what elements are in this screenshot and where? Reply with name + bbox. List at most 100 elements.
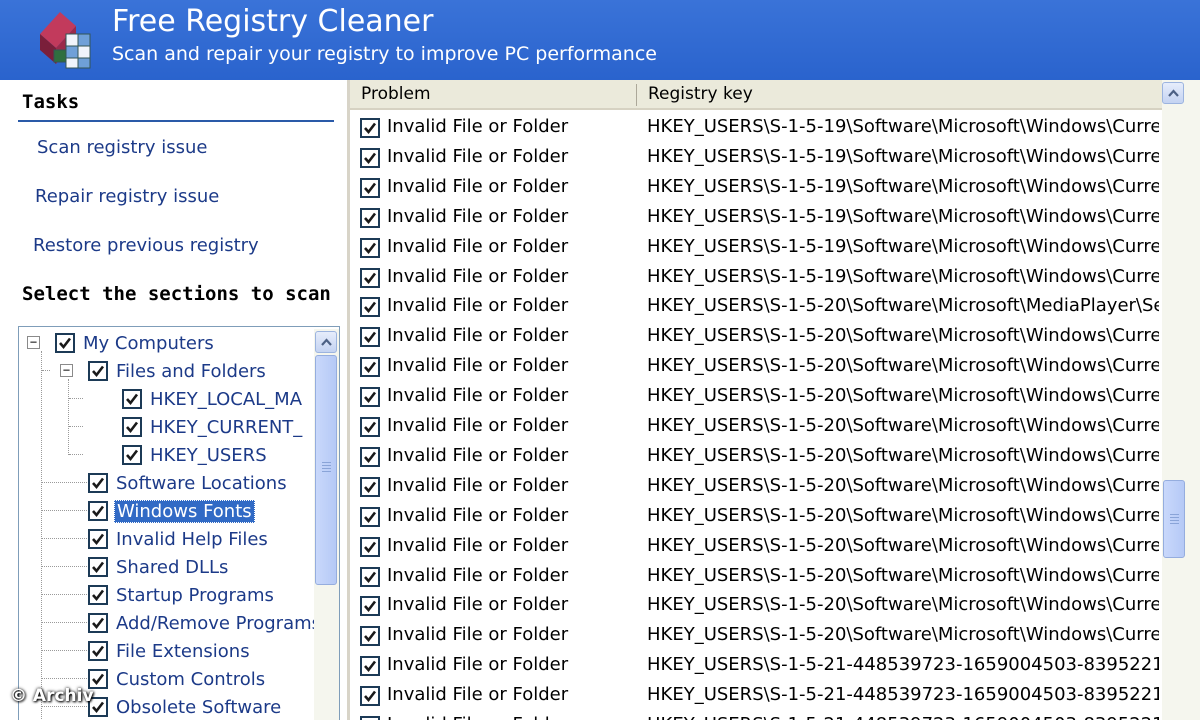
row-checkbox[interactable]: [360, 446, 380, 467]
registry-key-cell: HKEY_USERS\S-1-5-19\Software\Microsoft\W…: [647, 265, 1159, 287]
tree-item-add-remove-programs[interactable]: Add/Remove Programs: [88, 610, 323, 636]
table-row[interactable]: Invalid File or Folder HKEY_USERS\S-1-5-1…: [350, 143, 1162, 173]
row-checkbox[interactable]: [360, 327, 380, 348]
tree-item-software-locations[interactable]: Software Locations: [88, 470, 289, 496]
tree-item-label: Invalid Help Files: [116, 528, 268, 550]
tree-checkbox[interactable]: [88, 585, 108, 605]
tree-item-hkey-current-user[interactable]: HKEY_CURRENT_: [122, 414, 304, 440]
table-scrollbar[interactable]: [1162, 80, 1200, 720]
row-checkbox[interactable]: [360, 476, 380, 497]
row-checkbox[interactable]: [360, 656, 380, 677]
tree-checkbox[interactable]: [88, 529, 108, 549]
table-row[interactable]: Invalid File or Folder HKEY_USERS\S-1-5-2…: [350, 562, 1162, 592]
tree-item-file-extensions[interactable]: File Extensions: [88, 638, 252, 664]
problem-cell: Invalid File or Folder: [387, 175, 569, 197]
tree-checkbox[interactable]: [55, 333, 75, 353]
row-checkbox[interactable]: [360, 626, 380, 647]
table-row[interactable]: Invalid File or Folder HKEY_USERS\S-1-5-1…: [350, 233, 1162, 263]
row-checkbox[interactable]: [360, 387, 380, 408]
tree-checkbox[interactable]: [122, 417, 142, 437]
table-row[interactable]: Invalid File or Folder HKEY_USERS\S-1-5-1…: [350, 113, 1162, 143]
column-header-problem[interactable]: Problem: [350, 80, 637, 110]
table-row[interactable]: Invalid File or Folder HKEY_USERS\S-1-5-2…: [350, 532, 1162, 562]
table-row[interactable]: Invalid File or Folder HKEY_USERS\S-1-5-2…: [350, 621, 1162, 651]
tree-item-my-computers[interactable]: My Computers: [55, 330, 216, 356]
row-checkbox[interactable]: [360, 536, 380, 557]
table-row[interactable]: Invalid File or Folder HKEY_USERS\S-1-5-2…: [350, 412, 1162, 442]
table-row[interactable]: Invalid File or Folder HKEY_USERS\S-1-5-2…: [350, 591, 1162, 621]
tree-checkbox[interactable]: [88, 641, 108, 661]
row-checkbox[interactable]: [360, 506, 380, 527]
table-row[interactable]: Invalid File or Folder HKEY_USERS\S-1-5-1…: [350, 203, 1162, 233]
row-checkbox[interactable]: [360, 267, 380, 288]
row-checkbox[interactable]: [360, 357, 380, 378]
tree-item-custom-controls[interactable]: Custom Controls: [88, 666, 267, 692]
restore-registry-link[interactable]: Restore previous registry: [33, 235, 259, 256]
row-checkbox[interactable]: [360, 417, 380, 437]
table-row[interactable]: Invalid File or Folder HKEY_USERS\S-1-5-2…: [350, 382, 1162, 412]
tree-checkbox[interactable]: [88, 557, 108, 577]
tree-item-hkey-local-machine[interactable]: HKEY_LOCAL_MA: [122, 386, 304, 412]
tree-checkbox[interactable]: [88, 613, 108, 633]
row-checkbox[interactable]: [360, 118, 380, 138]
checkmark-icon: [92, 589, 105, 602]
table-row[interactable]: Invalid File or Folder HKEY_USERS\S-1-5-1…: [350, 263, 1162, 293]
registry-key-cell: HKEY_USERS\S-1-5-20\Software\Microsoft\W…: [647, 355, 1159, 377]
table-row[interactable]: Invalid File or Folder HKEY_USERS\S-1-5-2…: [350, 711, 1162, 720]
row-checkbox[interactable]: [360, 566, 380, 587]
table-row[interactable]: Invalid File or Folder HKEY_USERS\S-1-5-2…: [350, 322, 1162, 352]
row-checkbox[interactable]: [360, 596, 380, 617]
row-checkbox[interactable]: [360, 716, 380, 720]
problem-cell: Invalid File or Folder: [387, 355, 569, 377]
row-checkbox[interactable]: [360, 147, 380, 168]
tree-checkbox[interactable]: [122, 389, 142, 409]
table-row[interactable]: Invalid File or Folder HKEY_USERS\S-1-5-1…: [350, 173, 1162, 203]
tree-item-files-folders[interactable]: Files and Folders: [88, 358, 268, 384]
tree-item-hkey-users[interactable]: HKEY_USERS: [122, 442, 269, 468]
checkmark-icon: [92, 477, 105, 490]
collapse-files-folders[interactable]: −: [60, 364, 73, 377]
row-checkbox[interactable]: [360, 177, 380, 198]
collapse-my-computers[interactable]: −: [27, 336, 40, 349]
repair-registry-link[interactable]: Repair registry issue: [35, 186, 219, 207]
table-scroll-thumb[interactable]: [1163, 480, 1185, 558]
table-row[interactable]: Invalid File or Folder HKEY_USERS\S-1-5-2…: [350, 292, 1162, 322]
sections-tree[interactable]: − − My Computers Files and Folders HKEY_…: [18, 326, 340, 720]
tree-checkbox[interactable]: [122, 445, 142, 465]
table-row[interactable]: Invalid File or Folder HKEY_USERS\S-1-5-2…: [350, 442, 1162, 472]
row-checkbox[interactable]: [360, 297, 380, 318]
row-checkbox[interactable]: [360, 237, 380, 258]
tree-item-obsolete-software[interactable]: Obsolete Software: [88, 694, 283, 720]
table-row[interactable]: Invalid File or Folder HKEY_USERS\S-1-5-2…: [350, 651, 1162, 681]
results-table: Problem Registry key Invalid File or Fol…: [350, 80, 1200, 720]
archive-watermark: © Archiv: [10, 686, 94, 706]
tree-scroll-thumb[interactable]: [315, 355, 337, 585]
tree-item-invalid-help-files[interactable]: Invalid Help Files: [88, 526, 270, 552]
table-row[interactable]: Invalid File or Folder HKEY_USERS\S-1-5-2…: [350, 472, 1162, 502]
problem-cell: Invalid File or Folder: [387, 265, 569, 287]
checkmark-icon: [364, 601, 377, 613]
problem-cell: Invalid File or Folder: [387, 415, 569, 436]
tree-item-label: Obsolete Software: [116, 696, 282, 718]
problem-cell: Invalid File or Folder: [387, 624, 569, 646]
table-row[interactable]: Invalid File or Folder HKEY_USERS\S-1-5-2…: [350, 681, 1162, 711]
tree-checkbox[interactable]: [88, 473, 108, 493]
tree-item-label: Files and Folders: [116, 360, 266, 382]
tree-checkbox[interactable]: [88, 501, 108, 521]
table-row[interactable]: Invalid File or Folder HKEY_USERS\S-1-5-2…: [350, 352, 1162, 382]
scan-registry-link[interactable]: Scan registry issue: [37, 137, 207, 158]
app-header: Free Registry Cleaner Scan and repair yo…: [0, 0, 1200, 80]
tree-item-windows-fonts[interactable]: Windows Fonts: [88, 498, 255, 524]
column-header-registry-key[interactable]: Registry key: [637, 80, 1163, 110]
tree-checkbox[interactable]: [88, 361, 108, 381]
tree-item-startup-programs[interactable]: Startup Programs: [88, 582, 276, 608]
tree-scroll-up-button[interactable]: [315, 331, 337, 353]
row-checkbox[interactable]: [360, 686, 380, 707]
row-checkbox[interactable]: [360, 207, 380, 228]
checkmark-icon: [92, 505, 105, 518]
table-row[interactable]: Invalid File or Folder HKEY_USERS\S-1-5-2…: [350, 502, 1162, 532]
checkmark-icon: [364, 451, 377, 463]
tree-item-label: Startup Programs: [116, 584, 274, 606]
table-scroll-up-button[interactable]: [1162, 82, 1184, 104]
tree-item-shared-dlls[interactable]: Shared DLLs: [88, 554, 230, 580]
